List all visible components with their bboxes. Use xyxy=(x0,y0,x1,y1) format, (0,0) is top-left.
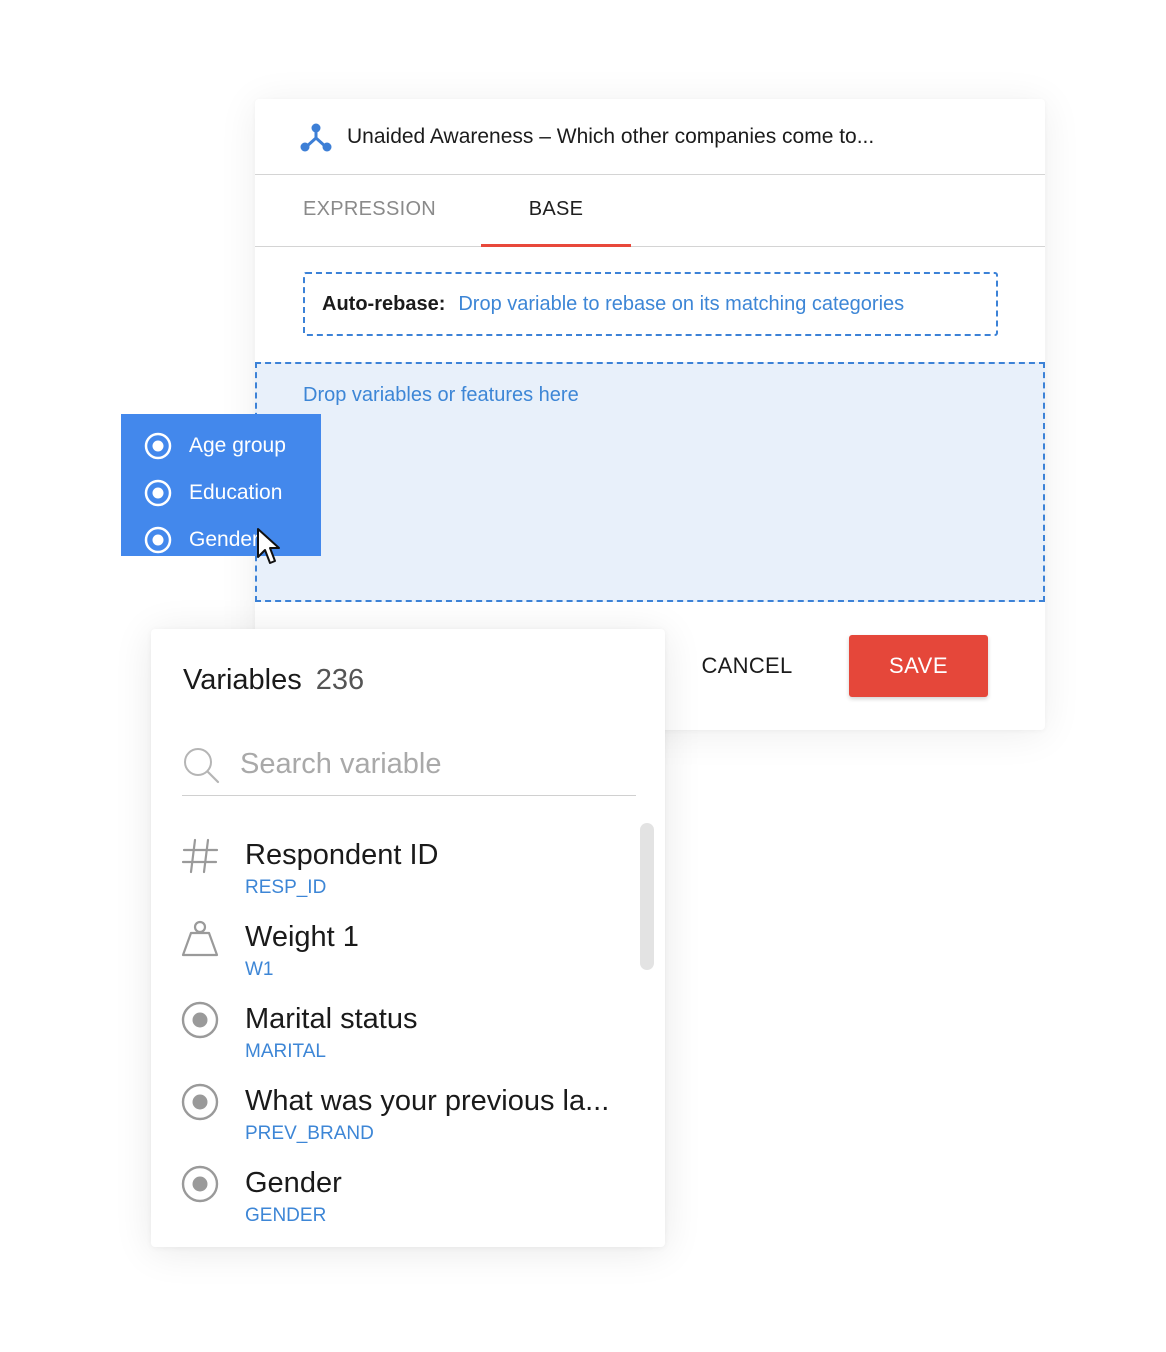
radio-icon xyxy=(144,526,172,553)
dialog-header: Unaided Awareness – Which other companie… xyxy=(255,99,1045,175)
network-nodes-icon xyxy=(300,123,332,152)
variable-alias: W1 xyxy=(245,959,274,980)
radio-icon xyxy=(181,1001,219,1039)
dialog-title: Unaided Awareness – Which other companie… xyxy=(347,125,875,148)
variable-search xyxy=(182,740,636,796)
variable-list-item[interactable]: Marital status MARITAL xyxy=(151,998,631,1080)
variables-title: Variables xyxy=(183,664,302,696)
dropzone-message: Drop variables or features here xyxy=(303,384,579,406)
auto-rebase-dropzone[interactable]: Auto-rebase: Drop variable to rebase on i… xyxy=(303,272,998,336)
drag-chip-label: Age group xyxy=(189,433,286,457)
drag-chip-item: Education xyxy=(121,469,321,516)
variable-alias: MARITAL xyxy=(245,1041,326,1062)
scrollbar-thumb[interactable] xyxy=(640,823,654,970)
variable-alias: PREV_BRAND xyxy=(245,1123,374,1144)
variable-alias: GENDER xyxy=(245,1205,327,1226)
mouse-pointer-icon xyxy=(257,528,280,564)
variable-name: Weight 1 xyxy=(245,921,359,953)
variables-header: Variables 236 xyxy=(183,664,364,697)
variable-list: Respondent ID RESP_ID Weight 1 W1 Marita… xyxy=(151,834,631,1244)
tab-bar: EXPRESSION BASE xyxy=(255,175,1045,247)
variable-list-item[interactable]: Respondent ID RESP_ID xyxy=(151,834,631,916)
search-icon xyxy=(184,748,220,784)
variables-panel: Variables 236 Respondent ID RESP_ID xyxy=(151,629,665,1247)
variable-name: Marital status xyxy=(245,1003,418,1035)
drag-chip-label: Gender xyxy=(189,527,260,551)
search-variable-input[interactable] xyxy=(240,744,620,784)
radio-icon xyxy=(144,432,172,459)
drag-chip-item: Gender xyxy=(121,516,321,563)
tab-base[interactable]: BASE xyxy=(481,175,631,247)
variable-list-item[interactable]: Weight 1 W1 xyxy=(151,916,631,998)
radio-icon xyxy=(181,1165,219,1203)
save-button[interactable]: SAVE xyxy=(849,635,988,697)
tab-expression[interactable]: EXPRESSION xyxy=(303,175,436,247)
variables-dropzone[interactable]: Drop variables or features here xyxy=(255,362,1045,602)
variable-name: Respondent ID xyxy=(245,839,439,871)
variable-alias: RESP_ID xyxy=(245,877,327,898)
radio-icon xyxy=(144,479,172,506)
variable-list-item[interactable]: Gender GENDER xyxy=(151,1162,631,1244)
cancel-button[interactable]: CANCEL xyxy=(685,635,809,697)
auto-rebase-message: Drop variable to rebase on its matching … xyxy=(458,293,905,315)
variable-list-item[interactable]: What was your previous la... PREV_BRAND xyxy=(151,1080,631,1162)
dragged-variables-chip[interactable]: Age group Education Gender xyxy=(121,414,321,556)
hash-icon xyxy=(181,838,219,874)
drag-chip-item: Age group xyxy=(121,422,321,469)
radio-icon xyxy=(181,1083,219,1121)
variable-name: Gender xyxy=(245,1167,342,1199)
drag-chip-label: Education xyxy=(189,480,283,504)
weight-icon xyxy=(181,920,219,957)
variable-name: What was your previous la... xyxy=(245,1085,610,1117)
auto-rebase-label: Auto-rebase: xyxy=(322,293,446,315)
variables-count: 236 xyxy=(315,664,365,696)
